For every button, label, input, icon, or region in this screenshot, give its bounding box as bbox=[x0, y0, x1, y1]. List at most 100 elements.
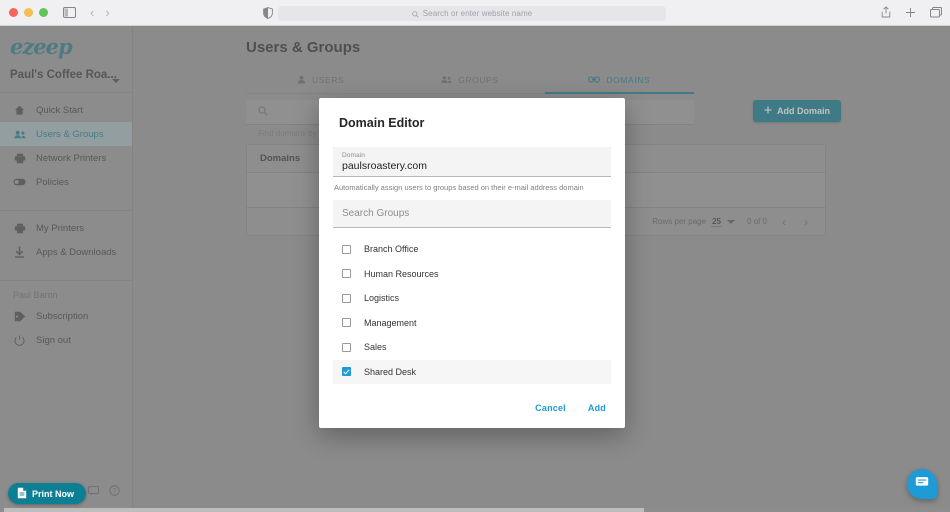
search-groups-input[interactable]: Search Groups bbox=[333, 200, 611, 228]
search-icon bbox=[411, 5, 419, 23]
plus-icon[interactable] bbox=[905, 7, 916, 18]
checkbox-unchecked-icon[interactable] bbox=[342, 269, 351, 279]
tab-label: DOMAINS bbox=[606, 74, 651, 85]
group-list-item[interactable]: Sales bbox=[333, 335, 611, 360]
sidebar-item-label: Sign out bbox=[36, 334, 71, 346]
tab-label: GROUPS bbox=[458, 74, 499, 85]
cancel-button[interactable]: Cancel bbox=[535, 403, 566, 413]
chevron-left-icon[interactable]: ‹ bbox=[779, 215, 789, 229]
group-label: Human Resources bbox=[364, 268, 439, 279]
browser-window: ‹ › Search or enter website name ezeep P… bbox=[0, 0, 950, 512]
download-icon bbox=[13, 246, 26, 258]
sidebar-group-primary: Quick Start Users & Groups Network Print… bbox=[0, 93, 132, 199]
user-icon bbox=[297, 75, 306, 84]
privacy-shield-icon[interactable] bbox=[263, 7, 273, 19]
domain-field-label: Domain bbox=[342, 152, 365, 159]
tab-groups[interactable]: GROUPS bbox=[395, 70, 544, 93]
sidebar-item-label: Quick Start bbox=[36, 104, 83, 116]
sidebar-item-label: Apps & Downloads bbox=[36, 246, 117, 258]
domain-field[interactable]: Domain paulsroastery.com bbox=[333, 147, 611, 177]
sidebar-item-subscription[interactable]: Subscription bbox=[0, 304, 132, 328]
print-now-button[interactable]: Print Now bbox=[8, 483, 86, 504]
group-list-item[interactable]: Logistics bbox=[333, 286, 611, 311]
browser-toolbar-right bbox=[881, 6, 942, 18]
horizontal-scrollbar[interactable] bbox=[0, 508, 950, 512]
group-label: Sales bbox=[364, 342, 387, 353]
minimize-window-button[interactable] bbox=[24, 8, 33, 17]
users-icon bbox=[13, 130, 26, 139]
print-now-label: Print Now bbox=[32, 488, 74, 499]
feedback-icon[interactable] bbox=[88, 483, 99, 501]
rows-per-page-label: Rows per page bbox=[652, 217, 707, 226]
toggle-icon bbox=[13, 178, 26, 186]
group-list-item[interactable]: Branch Office bbox=[333, 237, 611, 262]
add-domain-button[interactable]: Add Domain bbox=[753, 100, 841, 122]
domain-field-value: paulsroastery.com bbox=[342, 160, 428, 172]
power-icon bbox=[13, 335, 26, 346]
domain-editor-dialog: Domain Editor Domain paulsroastery.com A… bbox=[319, 98, 625, 428]
group-label: Logistics bbox=[364, 293, 400, 304]
tab-users[interactable]: USERS bbox=[246, 70, 395, 93]
checkbox-unchecked-icon[interactable] bbox=[342, 244, 351, 254]
sidebar-item-policies[interactable]: Policies bbox=[0, 170, 132, 194]
dialog-title: Domain Editor bbox=[339, 116, 425, 130]
chat-widget-button[interactable] bbox=[907, 469, 937, 499]
sidebar-item-users-groups[interactable]: Users & Groups bbox=[0, 122, 132, 146]
chevron-right-icon[interactable]: › bbox=[801, 215, 811, 229]
sidebar-item-network-printers[interactable]: Network Printers bbox=[0, 146, 132, 170]
chevron-down-icon bbox=[112, 79, 120, 83]
address-bar[interactable]: Search or enter website name bbox=[278, 6, 666, 21]
sidebar-item-label: Subscription bbox=[36, 310, 89, 322]
sidebar-user-name: Paul Baron bbox=[13, 290, 58, 300]
share-icon[interactable] bbox=[881, 6, 891, 18]
checkbox-unchecked-icon[interactable] bbox=[342, 318, 351, 328]
tab-domains[interactable]: DOMAINS bbox=[544, 70, 695, 94]
org-switcher[interactable]: Paul's Coffee Roa... bbox=[0, 57, 132, 83]
group-label: Branch Office bbox=[364, 244, 419, 255]
sidebar: ezeep Paul's Coffee Roa... Quick Start U… bbox=[0, 26, 133, 512]
chevron-down-icon bbox=[726, 219, 735, 224]
brand-logo: ezeep bbox=[0, 26, 132, 59]
sidebar-item-label: Users & Groups bbox=[36, 128, 104, 140]
tag-icon bbox=[13, 311, 26, 322]
app-body: ezeep Paul's Coffee Roa... Quick Start U… bbox=[0, 26, 950, 512]
close-window-button[interactable] bbox=[9, 8, 18, 17]
maximize-window-button[interactable] bbox=[39, 8, 48, 17]
sidebar-item-apps-downloads[interactable]: Apps & Downloads bbox=[0, 240, 132, 264]
group-checkbox-list: Branch Office Human Resources Logistics … bbox=[333, 237, 611, 384]
svg-text:?: ? bbox=[113, 488, 117, 495]
checkbox-checked-icon[interactable] bbox=[342, 367, 351, 377]
tab-label: USERS bbox=[312, 74, 345, 85]
sidebar-group-account: Subscription Sign out bbox=[0, 304, 132, 357]
sidebar-group-secondary: My Printers Apps & Downloads bbox=[0, 211, 132, 269]
sidebar-toggle-icon[interactable] bbox=[63, 7, 76, 18]
chat-bubble-icon bbox=[915, 475, 929, 493]
checkbox-unchecked-icon[interactable] bbox=[342, 293, 351, 303]
back-chevron-icon[interactable]: ‹ bbox=[90, 5, 94, 20]
pagination-range: 0 of 0 bbox=[746, 217, 767, 226]
group-list-item[interactable]: Shared Desk bbox=[333, 359, 611, 384]
group-list-item[interactable]: Management bbox=[333, 311, 611, 336]
window-traffic-lights bbox=[0, 8, 48, 17]
address-placeholder: Search or enter website name bbox=[422, 9, 533, 18]
checkbox-unchecked-icon[interactable] bbox=[342, 342, 351, 352]
printer-network-icon bbox=[13, 153, 26, 164]
bottom-icon-bar: ? bbox=[88, 483, 120, 501]
dialog-actions: Cancel Add bbox=[319, 388, 625, 428]
dialog-helper-text: Automatically assign users to groups bas… bbox=[334, 183, 584, 192]
group-list-item[interactable]: Human Resources bbox=[333, 262, 611, 287]
tabs-icon[interactable] bbox=[930, 6, 942, 18]
group-label: Management bbox=[364, 317, 417, 328]
rows-per-page[interactable]: Rows per page 25 bbox=[652, 217, 735, 227]
browser-titlebar: ‹ › Search or enter website name bbox=[0, 0, 950, 26]
help-icon[interactable]: ? bbox=[109, 483, 120, 501]
add-button[interactable]: Add bbox=[588, 403, 606, 413]
forward-chevron-icon[interactable]: › bbox=[105, 5, 109, 20]
sidebar-item-sign-out[interactable]: Sign out bbox=[0, 328, 132, 352]
sidebar-item-quick-start[interactable]: Quick Start bbox=[0, 98, 132, 122]
sidebar-item-label: My Printers bbox=[36, 222, 85, 234]
link-icon bbox=[588, 76, 601, 83]
printer-icon bbox=[13, 223, 26, 234]
sidebar-item-my-printers[interactable]: My Printers bbox=[0, 216, 132, 240]
sidebar-item-label: Network Printers bbox=[36, 152, 107, 164]
